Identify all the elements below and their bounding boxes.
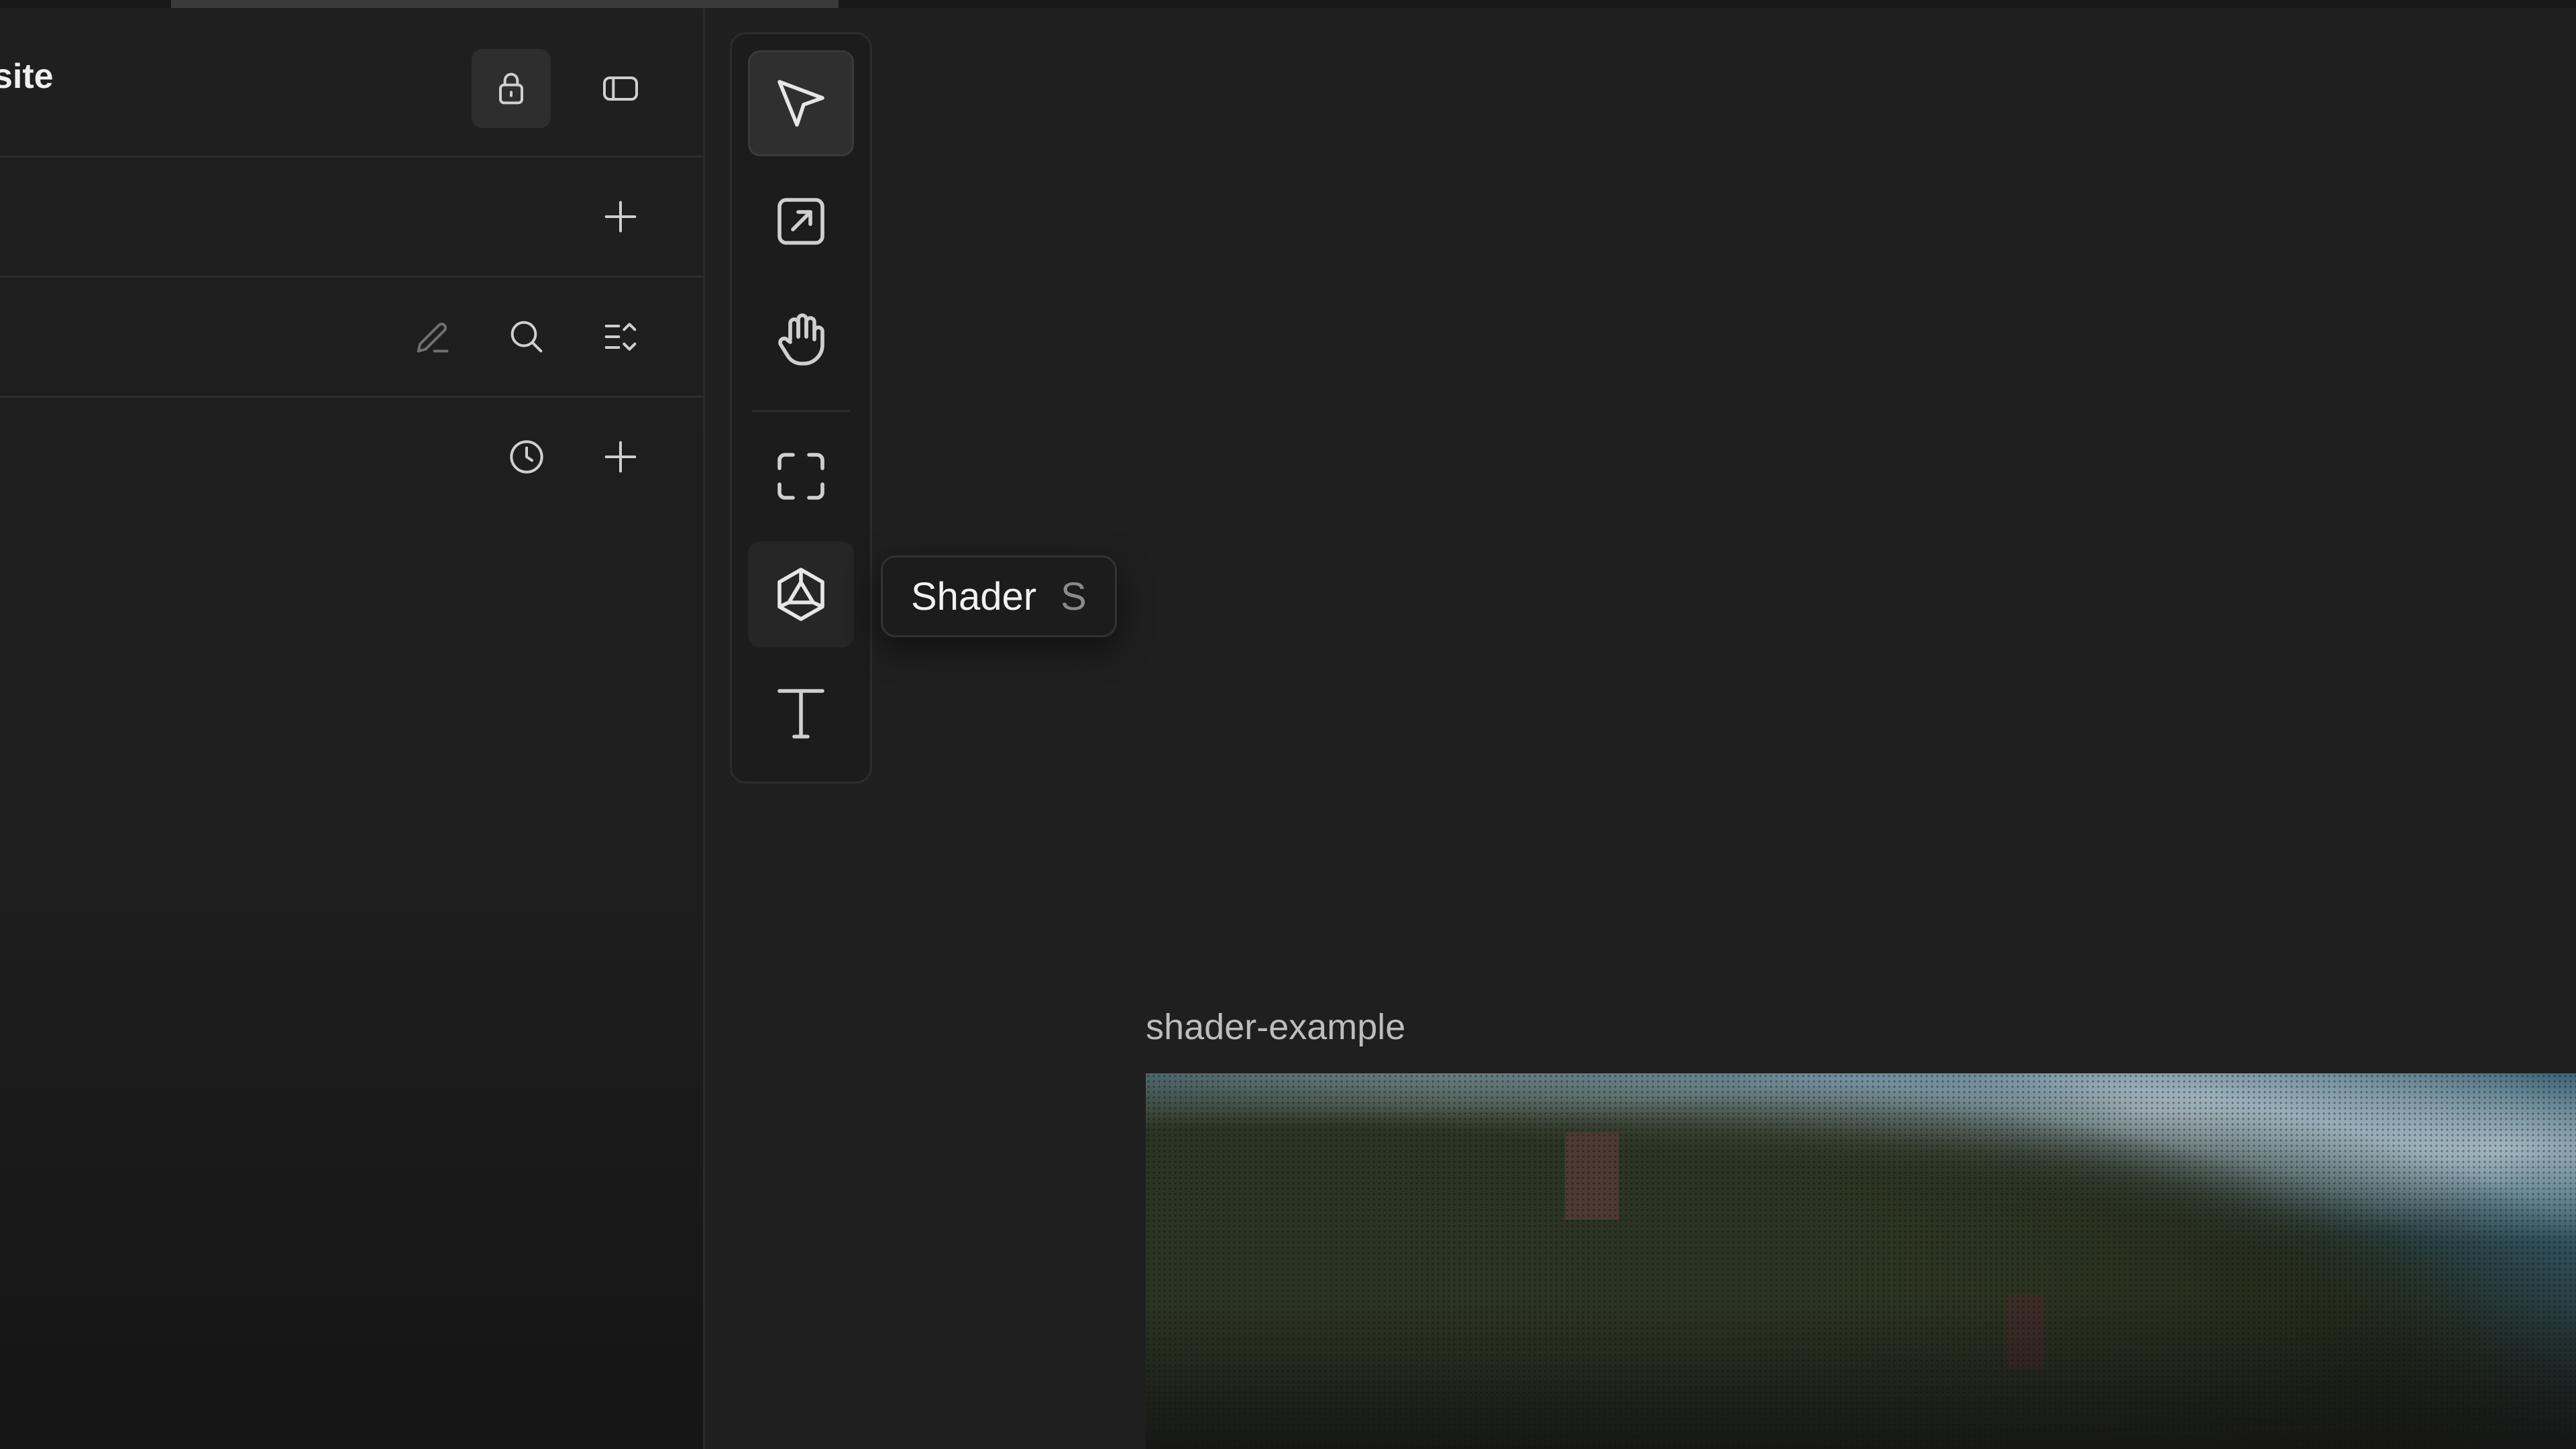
hand-icon	[778, 313, 824, 366]
toggle-sidebar-button[interactable]	[581, 49, 660, 128]
edit-button[interactable]	[393, 297, 472, 376]
plus-icon	[604, 201, 637, 233]
pointer-icon	[777, 80, 824, 127]
list-collapse-icon	[604, 323, 637, 351]
project-title: site	[0, 57, 54, 96]
pencil-icon	[417, 323, 449, 353]
project-header-row: site	[0, 8, 703, 158]
shader-icon	[777, 568, 824, 621]
history-button[interactable]	[487, 417, 566, 496]
hand-tool[interactable]	[748, 286, 854, 392]
layers-row	[0, 278, 703, 398]
frame-bottom-fade	[1146, 1301, 2576, 1449]
add-page-button[interactable]	[581, 177, 660, 256]
external-link-icon	[777, 198, 824, 245]
tooltip-label: Shader	[911, 574, 1037, 619]
plus-icon	[604, 441, 637, 473]
left-sidebar: site	[0, 8, 705, 1449]
text-tool[interactable]	[748, 659, 854, 765]
top-progress-fill	[171, 0, 839, 8]
tools-toolbar	[730, 32, 872, 784]
top-progress-strip	[0, 0, 2576, 8]
add-history-button[interactable]	[581, 417, 660, 496]
history-row	[0, 398, 703, 516]
shader-tooltip: Shader S	[881, 555, 1117, 637]
shader-tool[interactable]	[748, 541, 854, 647]
text-icon	[777, 689, 824, 739]
search-button[interactable]	[487, 297, 566, 376]
frame-label[interactable]: shader-example	[1146, 1006, 1405, 1048]
frame-icon	[777, 453, 824, 500]
toolbar-divider	[752, 410, 850, 412]
app-root: site Shader S shader-example	[0, 0, 2576, 1449]
shader-example-frame[interactable]	[1146, 1073, 2576, 1449]
lock-icon	[499, 72, 523, 105]
clock-icon	[510, 440, 543, 474]
frame-tool[interactable]	[748, 423, 854, 529]
lock-button[interactable]	[472, 49, 551, 128]
select-tool[interactable]	[748, 50, 854, 156]
pages-row	[0, 158, 703, 278]
tooltip-shortcut: S	[1061, 574, 1087, 619]
collapse-list-button[interactable]	[581, 297, 660, 376]
search-icon	[511, 321, 543, 353]
sidebar-toggle-icon	[603, 76, 638, 101]
export-tool[interactable]	[748, 168, 854, 274]
